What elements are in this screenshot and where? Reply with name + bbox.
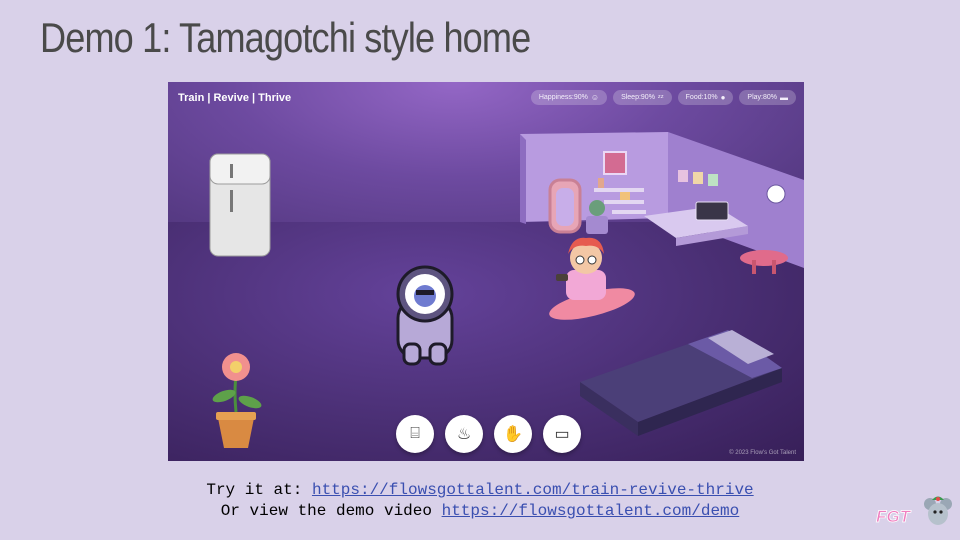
round-table [740,250,788,274]
tv-button[interactable]: ▭ [543,415,581,453]
feed-button[interactable]: ♨ [445,415,483,453]
flame-icon: ♨ [456,426,472,443]
mouse-mascot-icon [924,496,952,525]
caption-line-2: Or view the demo video https://flowsgott… [0,501,960,522]
potted-flower[interactable] [211,353,263,448]
slide-title: Demo 1: Tamagotchi style home [40,14,531,61]
captions: Try it at: https://flowsgottalent.com/tr… [0,480,960,522]
caption-line-1-prefix: Try it at: [206,481,312,499]
stat-play-label: Play:80% [747,94,777,101]
stat-play: Play:80% ▬ [739,90,796,105]
fgt-logo: FGT [876,496,952,526]
action-bar: ⌸ ♨ ✋ ▭ [396,415,581,453]
hand-icon: ✋ [503,426,523,443]
zzz-icon: ᶻᶻ [657,93,664,102]
demo-video-link[interactable]: https://flowsgottalent.com/demo [442,502,740,520]
stat-sleep: Sleep:90% ᶻᶻ [613,90,672,105]
caption-line-1: Try it at: https://flowsgottalent.com/tr… [0,480,960,501]
tv-icon: ▭ [554,426,570,443]
game-brand: Train | Revive | Thrive [178,92,292,104]
play-button[interactable]: ✋ [494,415,532,453]
food-icon: ● [720,93,726,102]
gamepad-icon: ▬ [780,93,788,102]
game-screen[interactable]: Train | Revive | Thrive Happiness:90% ☺ … [168,82,804,461]
dumbbell-icon: ⌸ [410,425,420,442]
room-scene [209,132,804,448]
stats-bar: Happiness:90% ☺ Sleep:90% ᶻᶻ Food:10% ● … [530,90,796,105]
caption-line-2-prefix: Or view the demo video [220,502,442,520]
train-revive-thrive-link[interactable]: https://flowsgottalent.com/train-revive-… [312,481,754,499]
astronaut-character[interactable] [396,265,454,366]
bed[interactable] [580,330,782,436]
stat-happiness: Happiness:90% ☺ [530,90,608,105]
smile-icon: ☺ [590,93,600,102]
copyright-text: © 2023 Flow's Got Talent [729,450,796,456]
stat-sleep-label: Sleep:90% [621,94,655,101]
stat-food-label: Food:10% [685,94,718,101]
pet-girl-character[interactable] [546,237,637,326]
stat-happiness-label: Happiness:90% [538,94,588,101]
fridge[interactable] [209,153,271,257]
stat-food: Food:10% ● [677,90,734,105]
fgt-logo-text: FGT [876,507,912,526]
mirror[interactable] [548,178,582,234]
workout-button[interactable]: ⌸ [396,415,434,453]
